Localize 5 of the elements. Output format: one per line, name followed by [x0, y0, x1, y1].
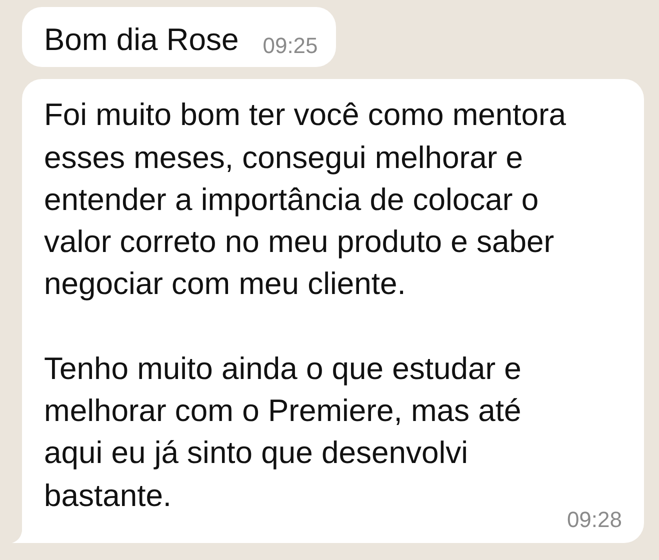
- message-text: Bom dia Rose: [44, 21, 239, 59]
- message-time: 09:28: [566, 506, 622, 533]
- message-text: Tenho muito ainda o que estudar e melhorar com o Premiere, mas até aqui eu já sinto que desenvolvi bastante.: [44, 350, 522, 515]
- message-text: Foi muito bom ter você como mentora esses meses, consegui melhorar e entender a importância de colocar o valor correto no meu produto e saber negociar com meu cliente.: [44, 96, 568, 304]
- message-time: 09:25: [262, 33, 318, 60]
